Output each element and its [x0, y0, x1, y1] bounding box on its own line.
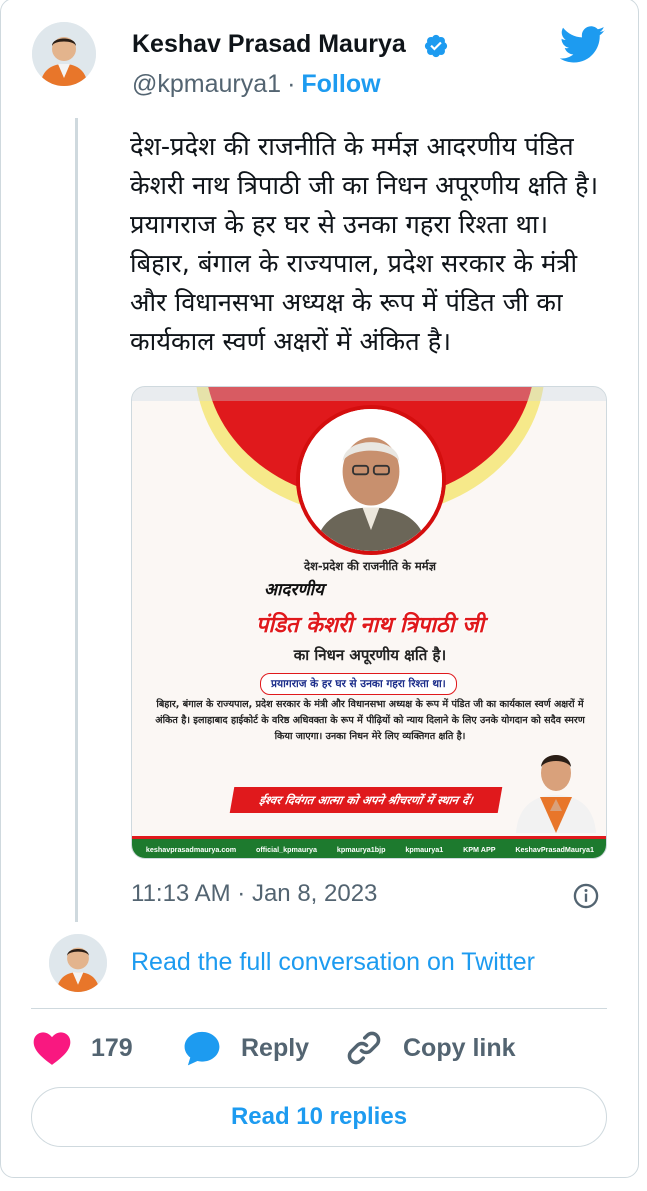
- info-icon[interactable]: [572, 882, 600, 910]
- tweet-timestamp[interactable]: 11:13 AM · Jan 8, 2023: [131, 880, 377, 908]
- poster-app: KPM APP: [463, 845, 496, 854]
- poster-line-4: का निधन अपूरणीय क्षति है।: [293, 646, 447, 664]
- poster-facebook: kpmaurya1bjp: [336, 845, 386, 854]
- separator-dot: ·: [287, 70, 296, 98]
- handle-row: @kpmaurya1 · Follow: [132, 70, 381, 99]
- poster-person-figure: [516, 755, 596, 833]
- like-button[interactable]: 179: [30, 1026, 133, 1070]
- poster-website: keshavprasadmaurya.com: [145, 845, 237, 854]
- divider: [31, 1008, 607, 1009]
- author-avatar-small[interactable]: [49, 934, 107, 992]
- poster-footer-bar: keshavprasadmaurya.com official_kpmaurya…: [132, 836, 606, 858]
- reply-label: Reply: [241, 1033, 310, 1062]
- poster-tagline: प्रयागराज के हर घर से उनका गहरा रिश्ता थ…: [260, 673, 457, 695]
- follow-link[interactable]: Follow: [301, 70, 380, 98]
- verified-badge-icon: [424, 34, 448, 58]
- poster-twitter: kpmaurya1: [405, 845, 444, 854]
- author-name[interactable]: Keshav Prasad Maurya: [132, 30, 406, 59]
- like-count: 179: [91, 1033, 133, 1062]
- thread-line: [75, 118, 78, 922]
- poster-instagram: official_kpmaurya: [255, 845, 318, 854]
- heart-icon: [33, 1032, 71, 1065]
- tweet-text: देश-प्रदेश की राजनीति के मर्मज्ञ आदरणीय …: [130, 132, 599, 357]
- copy-link-label: Copy link: [403, 1033, 516, 1062]
- tweet-media-image[interactable]: देश-प्रदेश की राजनीति के मर्मज्ञ आदरणीय …: [131, 386, 607, 859]
- poster-name-line: पंडित केशरी नाथ त्रिपाठी जी: [255, 613, 485, 638]
- read-conversation-link[interactable]: Read the full conversation on Twitter: [131, 948, 535, 977]
- link-icon: [347, 1031, 381, 1065]
- read-replies-button[interactable]: Read 10 replies: [31, 1087, 607, 1147]
- copy-link-button[interactable]: Copy link: [342, 1026, 516, 1070]
- author-handle[interactable]: @kpmaurya1: [132, 70, 281, 98]
- author-avatar[interactable]: [32, 22, 96, 86]
- poster-line-1: देश-प्रदेश की राजनीति के मर्मज्ञ: [303, 559, 437, 573]
- poster-line-2: आदरणीय: [264, 580, 324, 600]
- reply-bubble-icon: [184, 1031, 220, 1066]
- poster-red-banner: ईश्वर दिवंगत आत्मा को अपने श्रीचरणों में…: [229, 787, 503, 813]
- portrait-photo: [296, 405, 446, 555]
- poster-youtube: KeshavPrasadMaurya1: [515, 845, 595, 854]
- twitter-bird-icon[interactable]: [560, 26, 606, 64]
- reply-button[interactable]: Reply: [180, 1026, 309, 1070]
